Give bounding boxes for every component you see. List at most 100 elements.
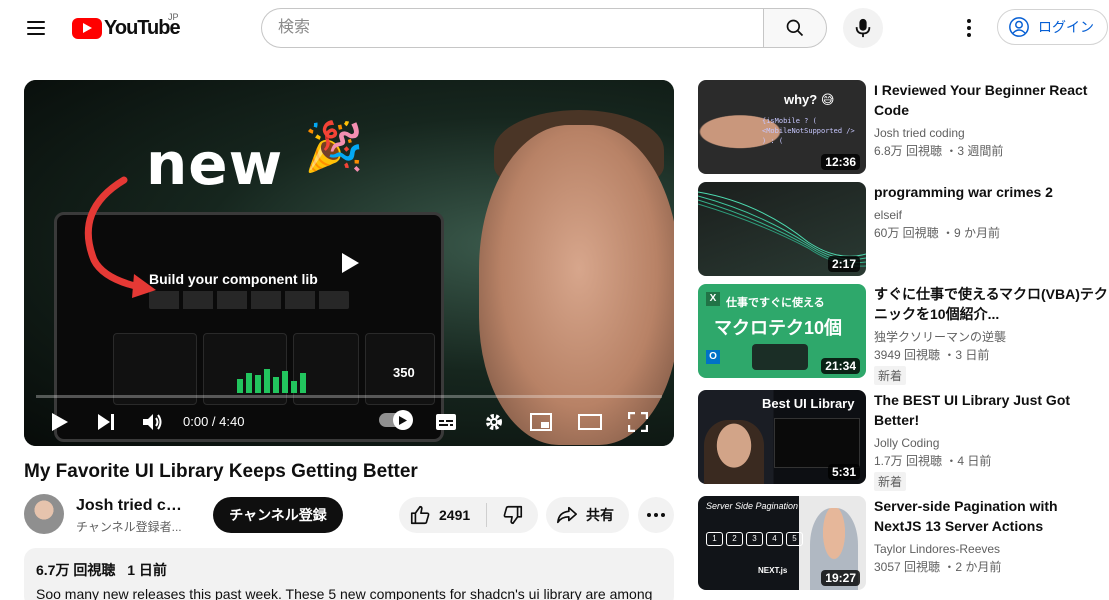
recommended-thumbnail[interactable]: Best UI Library 5:31 xyxy=(698,390,866,484)
share-button[interactable]: 共有 xyxy=(546,497,629,533)
recommended-title[interactable]: programming war crimes 2 xyxy=(874,182,1108,202)
thumbnail-text: Server Side Pagination xyxy=(706,501,799,511)
recommended-meta: 1.7万 回視聴 ・4 日前 xyxy=(874,454,992,468)
description-box[interactable]: 6.7万 回視聴 1 日前 Soo many new releases this… xyxy=(24,548,674,600)
more-vertical-icon xyxy=(967,19,971,23)
recommended-thumbnail[interactable]: why? 😅 {isMobile ? ( <MobileNotSupported… xyxy=(698,80,866,174)
like-count: 2491 xyxy=(439,507,471,523)
video-player[interactable]: Build your component lib 350 new 🎉 0:00 … xyxy=(24,80,674,446)
search-box xyxy=(261,8,827,48)
more-actions-button[interactable] xyxy=(638,497,674,533)
recommended-title[interactable]: Server-side Pagination with NextJS 13 Se… xyxy=(874,496,1108,536)
search-icon xyxy=(786,19,804,37)
settings-menu-button[interactable] xyxy=(953,12,985,44)
recommended-meta: 3057 回視聴 ・2 か月前 xyxy=(874,560,1002,574)
recommended-channel[interactable]: Josh tried coding xyxy=(874,124,1108,142)
time-display: 0:00 / 4:40 xyxy=(183,414,245,429)
description-text: Soo many new releases this past week. Th… xyxy=(36,586,653,600)
subscriber-count: チャンネル登録者... xyxy=(76,520,182,534)
recommended-channel[interactable]: elseif xyxy=(874,206,1108,224)
view-count: 6.7万 回視聴 xyxy=(36,562,116,578)
thumbnail-text: why? 😅 xyxy=(784,92,835,107)
channel-avatar[interactable] xyxy=(24,494,64,534)
voice-search-button[interactable] xyxy=(843,8,883,48)
video-duration: 19:27 xyxy=(821,570,860,586)
subscribe-button[interactable]: チャンネル登録 xyxy=(213,497,343,533)
recommended-video[interactable]: Server Side Pagination 1 2 3 4 5 NEXT.js… xyxy=(698,496,1108,590)
new-badge: 新着 xyxy=(874,366,907,385)
autoplay-toggle[interactable] xyxy=(379,410,413,430)
account-icon xyxy=(1009,17,1029,37)
recommended-thumbnail[interactable]: 仕事ですぐに使える マクロテク10個 X O 21:34 xyxy=(698,284,866,378)
outlook-icon: O xyxy=(706,350,720,364)
share-icon xyxy=(557,506,577,524)
miniplayer-icon xyxy=(530,413,552,431)
recommended-video[interactable]: 仕事ですぐに使える マクロテク10個 X O 21:34 すぐに仕事で使えるマク… xyxy=(698,284,1108,385)
share-label: 共有 xyxy=(586,507,614,523)
video-duration: 21:34 xyxy=(821,358,860,374)
volume-icon xyxy=(143,414,162,430)
settings-button[interactable] xyxy=(480,408,508,436)
video-duration: 12:36 xyxy=(821,154,860,170)
recommended-title[interactable]: すぐに仕事で使えるマクロ(VBA)テクニックを10個紹介... xyxy=(874,284,1108,324)
recommended-video[interactable]: Best UI Library 5:31 The BEST UI Library… xyxy=(698,390,1108,491)
recommended-channel[interactable]: 独学クソリーマンの逆襲 xyxy=(874,328,1108,346)
masthead: YouTube JP ログイン xyxy=(0,0,1109,56)
like-dislike-group: 2491 xyxy=(399,497,538,533)
recommended-meta: 60万 回視聴 ・9 か月前 xyxy=(874,226,1001,240)
dislike-button[interactable] xyxy=(487,497,538,533)
play-button[interactable] xyxy=(46,408,74,436)
login-button[interactable]: ログイン xyxy=(997,9,1108,45)
thumbnail-laptop-title: Build your component lib xyxy=(149,271,318,287)
mute-button[interactable] xyxy=(138,408,168,436)
theater-mode-icon xyxy=(578,414,602,430)
search-button[interactable] xyxy=(763,8,827,48)
thumbs-down-icon xyxy=(503,505,522,525)
thumbnail-text-secondary: マクロテク10個 xyxy=(714,318,843,338)
guide-menu-button[interactable] xyxy=(18,10,54,46)
recommended-video[interactable]: why? 😅 {isMobile ? ( <MobileNotSupported… xyxy=(698,80,1108,174)
upload-age: 1 日前 xyxy=(127,562,167,578)
channel-name[interactable]: Josh tried co... xyxy=(76,497,184,515)
miniplayer-button[interactable] xyxy=(527,408,555,436)
recommended-meta: 3949 回視聴 ・3 日前 xyxy=(874,348,990,362)
thumbnail-headline: new xyxy=(146,130,284,198)
autoplay-play-icon xyxy=(399,415,407,425)
microphone-icon xyxy=(855,18,871,38)
recommended-thumbnail[interactable]: 2:17 xyxy=(698,182,866,276)
progress-bar[interactable] xyxy=(36,395,662,398)
theater-mode-button[interactable] xyxy=(575,408,605,436)
video-duration: 5:31 xyxy=(827,464,860,480)
excel-icon: X xyxy=(706,292,720,306)
thumbnail-pagination: 1 2 3 4 5 xyxy=(706,532,803,546)
fullscreen-icon xyxy=(628,412,648,432)
youtube-play-icon xyxy=(72,17,102,39)
thumbnail-stat: 350 xyxy=(393,365,415,380)
subtitles-icon xyxy=(436,414,456,430)
more-horizontal-icon xyxy=(647,513,651,517)
recommended-channel[interactable]: Jolly Coding xyxy=(874,434,1108,452)
skip-next-icon xyxy=(98,414,114,430)
like-button[interactable]: 2491 xyxy=(399,497,486,533)
recommended-video[interactable]: 2:17 programming war crimes 2 elseif 60万… xyxy=(698,182,1108,276)
recommended-meta: 6.8万 回視聴 ・3 週間前 xyxy=(874,144,1004,158)
play-overlay-icon xyxy=(342,253,359,273)
menu-icon xyxy=(27,21,45,23)
login-label: ログイン xyxy=(1038,19,1094,35)
subtitles-button[interactable] xyxy=(432,408,460,436)
next-button[interactable] xyxy=(92,408,120,436)
fullscreen-button[interactable] xyxy=(624,408,652,436)
new-badge: 新着 xyxy=(874,472,907,491)
thumbs-up-icon xyxy=(410,505,430,525)
recommended-thumbnail[interactable]: Server Side Pagination 1 2 3 4 5 NEXT.js… xyxy=(698,496,866,590)
video-duration: 2:17 xyxy=(827,256,860,272)
play-icon xyxy=(52,413,68,431)
thumbnail-text: 仕事ですぐに使える xyxy=(726,297,825,309)
recommended-title[interactable]: I Reviewed Your Beginner React Code xyxy=(874,80,1108,120)
recommended-title[interactable]: The BEST UI Library Just Got Better! xyxy=(874,390,1108,430)
thumbnail-code: {isMobile ? ( <MobileNotSupported /> ) :… xyxy=(762,117,855,145)
youtube-logo[interactable]: YouTube JP xyxy=(72,12,181,40)
description-stats: 6.7万 回視聴 1 日前 xyxy=(36,560,662,580)
search-input[interactable] xyxy=(261,8,763,48)
recommended-channel[interactable]: Taylor Lindores-Reeves xyxy=(874,540,1108,558)
